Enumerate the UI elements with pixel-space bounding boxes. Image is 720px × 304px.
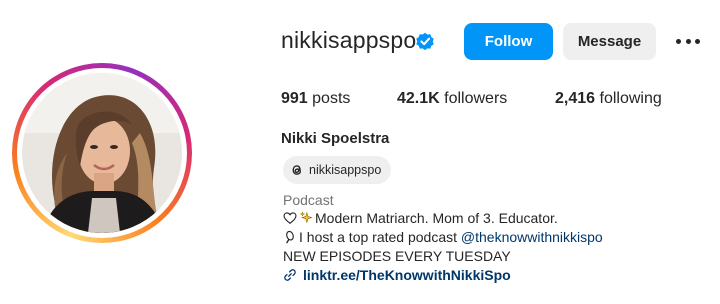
posts-count: 991 xyxy=(281,90,308,107)
bio-line: I host a top rated podcast @theknowwithn… xyxy=(283,229,603,245)
posts-stat: 991 posts xyxy=(281,90,350,108)
posts-label: posts xyxy=(307,90,351,107)
bio-line: Modern Matriarch. Mom of 3. Educator. xyxy=(283,210,558,226)
threads-icon xyxy=(289,162,305,178)
category-label: Podcast xyxy=(283,192,334,208)
more-dot xyxy=(685,38,691,44)
verified-badge-icon xyxy=(416,32,434,51)
full-name: Nikki Spoelstra xyxy=(281,130,390,147)
bio-text-2: I host a top rated podcast xyxy=(299,229,461,245)
threads-handle: nikkisappspo xyxy=(309,163,382,177)
following-stat[interactable]: 2,416 following xyxy=(555,90,662,108)
follow-button[interactable]: Follow xyxy=(464,23,553,60)
more-dot xyxy=(695,38,700,44)
followers-stat[interactable]: 42.1K followers xyxy=(397,90,507,108)
followers-label: followers xyxy=(439,90,508,107)
more-dot xyxy=(676,38,681,44)
heart-icon xyxy=(283,212,297,224)
following-count: 2,416 xyxy=(555,90,596,107)
bio-text-1: Modern Matriarch. Mom of 3. Educator. xyxy=(315,210,558,226)
bio-text-3: NEW EPISODES EVERY TUESDAY xyxy=(283,248,511,264)
more-options-icon[interactable] xyxy=(676,30,700,52)
avatar[interactable] xyxy=(22,73,182,233)
username: nikkisappspo xyxy=(281,27,417,53)
sparkles-icon xyxy=(299,211,313,224)
following-label: following xyxy=(595,90,662,107)
bio-line: NEW EPISODES EVERY TUESDAY xyxy=(283,248,511,264)
followers-count: 42.1K xyxy=(397,90,440,107)
avatar-ring[interactable] xyxy=(12,63,192,243)
podcast-mention-link[interactable]: @theknowwithnikkispo xyxy=(461,229,603,245)
message-button[interactable]: Message xyxy=(563,23,656,60)
avatar-ring-gap xyxy=(17,68,187,238)
microphone-icon xyxy=(286,230,294,244)
threads-badge[interactable]: nikkisappspo xyxy=(283,156,391,184)
external-link-text: linktr.ee/TheKnowwithNikkiSpo xyxy=(303,267,511,283)
link-icon xyxy=(284,269,296,281)
avatar-photo xyxy=(22,73,182,233)
external-link[interactable]: linktr.ee/TheKnowwithNikkiSpo xyxy=(283,267,511,283)
